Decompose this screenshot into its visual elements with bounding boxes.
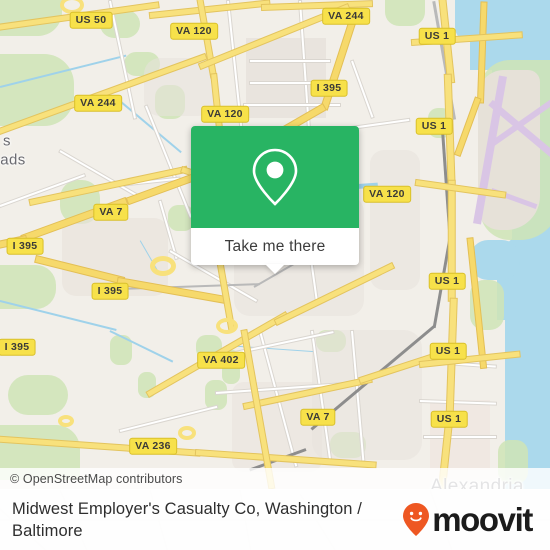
location-title: Midwest Employer's Casualty Co, Washingt… (12, 499, 362, 540)
road-shield: VA 120 (363, 185, 411, 203)
water-inlet-b (470, 240, 520, 280)
residential-area-1 (246, 38, 326, 118)
road-shield: US 1 (429, 342, 467, 360)
interchange-ring-2 (178, 426, 196, 440)
moovit-pin-icon (403, 503, 430, 536)
take-me-there-card[interactable]: Take me there (191, 126, 359, 274)
moovit-logo[interactable]: moovit (403, 501, 533, 538)
place-label: ads (0, 151, 26, 169)
moovit-wordmark: moovit (432, 501, 533, 538)
road-shield: VA 7 (93, 203, 129, 221)
road-shield: I 395 (0, 338, 36, 356)
road-shield: I 395 (6, 237, 44, 255)
minor-road-25 (119, 405, 218, 432)
road-i395-n (321, 22, 355, 110)
road-shield: US 1 (418, 27, 456, 45)
place-label: s (3, 132, 11, 150)
interchange-ring-3 (58, 415, 74, 427)
map-canvas[interactable]: US 50 VA 120 VA 244 I 395 VA 244 VA 120 US 1 US… (0, 0, 550, 490)
road-shield: I 395 (310, 79, 348, 97)
road-shield: US 1 (415, 117, 453, 135)
road-gw-parkway-b (455, 97, 481, 156)
interchange-ring-5 (216, 318, 238, 334)
park-area-18 (385, 0, 425, 26)
road-shield: VA 244 (74, 94, 122, 112)
road-shield: VA 236 (129, 437, 177, 455)
take-me-there-label: Take me there (224, 237, 326, 255)
page-footer: Midwest Employer's Casualty Co, Washingt… (0, 489, 550, 550)
footer-content: Midwest Employer's Casualty Co, Washingt… (0, 489, 550, 550)
map-pin-icon (252, 148, 298, 206)
osm-attribution[interactable]: © OpenStreetMap contributors (0, 468, 550, 490)
card-pin-area (191, 126, 359, 228)
card-action-area[interactable]: Take me there (191, 228, 359, 274)
road-shield: VA 120 (201, 105, 249, 123)
stream-3 (0, 300, 117, 331)
road-shield: US 50 (69, 11, 113, 29)
minor-road-2 (145, 105, 192, 218)
road-us50-b (149, 0, 270, 18)
moovit-map-page: US 50 VA 120 VA 244 I 395 VA 244 VA 120 US 1 US… (0, 0, 550, 550)
road-shield: VA 7 (300, 408, 336, 426)
road-shield: US 1 (430, 410, 468, 428)
minor-road-5 (250, 60, 330, 62)
road-shield: US 1 (428, 272, 466, 290)
interchange-ring-1 (150, 256, 176, 276)
road-shield: VA 120 (170, 22, 218, 40)
road-shield: I 395 (91, 282, 129, 300)
road-shield: VA 402 (197, 351, 245, 369)
road-shield: VA 244 (322, 7, 370, 25)
park-area-9 (8, 375, 68, 415)
minor-road-13 (351, 60, 374, 118)
minor-road-22 (424, 436, 496, 438)
card-pointer-tail (265, 264, 285, 274)
